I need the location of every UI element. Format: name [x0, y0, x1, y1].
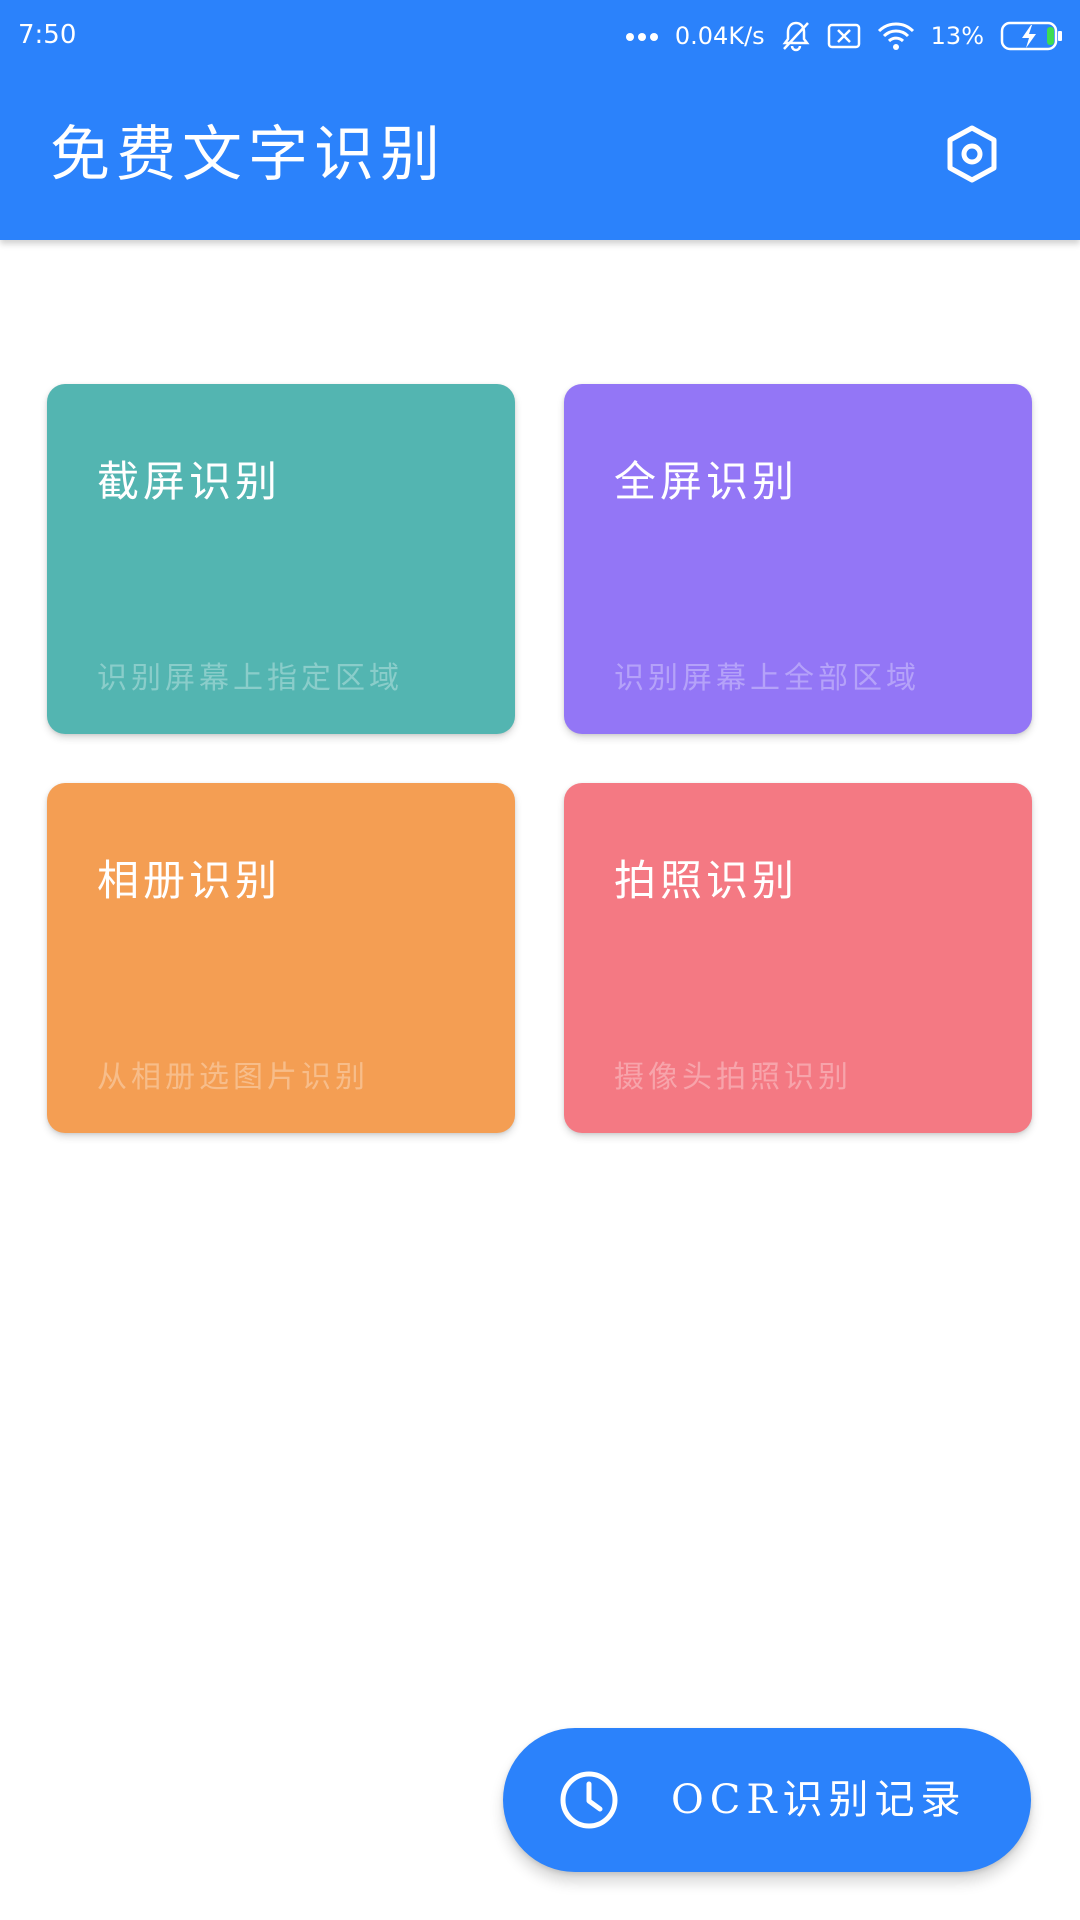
clock-icon [557, 1768, 621, 1832]
settings-hexagon-icon [944, 124, 1000, 188]
card-description: 识别屏幕上指定区域 [97, 661, 403, 696]
wifi-icon [877, 21, 915, 51]
ocr-history-button[interactable]: OCR识别记录 [503, 1728, 1031, 1872]
screenshot-ocr-card[interactable]: 截屏识别 识别屏幕上指定区域 [47, 384, 515, 734]
app-title: 免费文字识别 [50, 120, 446, 190]
bell-off-icon [781, 20, 811, 52]
camera-ocr-card[interactable]: 拍照识别 摄像头拍照识别 [564, 783, 1032, 1133]
ocr-history-label: OCR识别记录 [671, 1777, 967, 1823]
card-title: 截屏识别 [97, 457, 282, 506]
battery-percent: 13% [930, 22, 984, 50]
network-speed: 0.04K/s [674, 22, 765, 50]
more-dots-icon [625, 31, 659, 41]
app-header: 7:50 0.04K/s 13% 免费文字识别 [0, 0, 1080, 240]
card-description: 从相册选图片识别 [97, 1060, 369, 1095]
fullscreen-ocr-card[interactable]: 全屏识别 识别屏幕上全部区域 [564, 384, 1032, 734]
album-ocr-card[interactable]: 相册识别 从相册选图片识别 [47, 783, 515, 1133]
sim-off-icon [827, 23, 861, 49]
card-description: 摄像头拍照识别 [614, 1060, 852, 1095]
battery-charging-icon [1000, 21, 1064, 51]
status-time: 7:50 [18, 20, 77, 50]
card-title: 相册识别 [97, 856, 282, 905]
card-title: 拍照识别 [614, 856, 799, 905]
status-icons: 0.04K/s 13% [625, 16, 1064, 56]
status-bar: 7:50 0.04K/s 13% [0, 0, 1080, 70]
card-description: 识别屏幕上全部区域 [614, 661, 920, 696]
settings-button[interactable] [938, 120, 1006, 192]
card-title: 全屏识别 [614, 457, 799, 506]
